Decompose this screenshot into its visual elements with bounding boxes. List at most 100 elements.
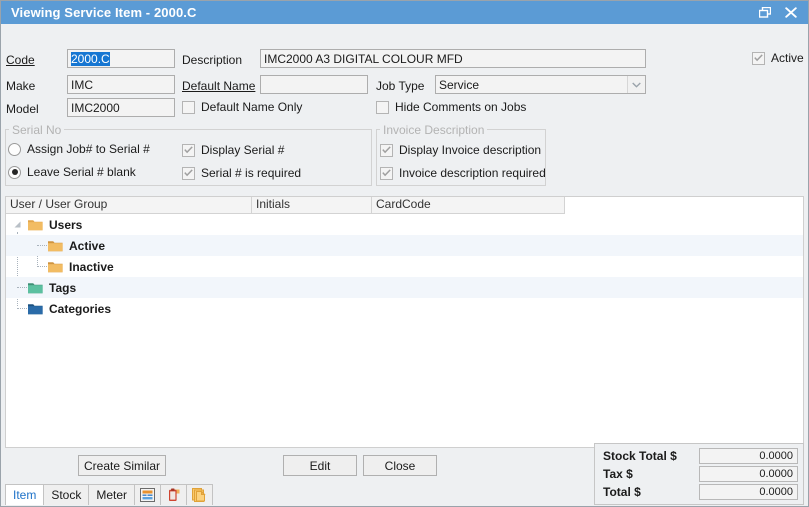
folder-icon [28, 303, 43, 315]
form-area: Code 2000.C Description IMC2000 A3 DIGIT… [1, 24, 808, 216]
tree-label: Tags [49, 280, 77, 295]
tab-meter[interactable]: Meter [88, 484, 136, 505]
invoice-description-caption: Invoice Description [380, 123, 488, 137]
make-input[interactable]: IMC [67, 75, 175, 94]
tab-clipboard[interactable] [160, 484, 188, 505]
tab-report[interactable] [134, 484, 162, 505]
tab-bar: Item Stock Meter [5, 484, 214, 505]
tree-label: Active [69, 238, 106, 253]
make-label: Make [6, 79, 36, 93]
description-label: Description [182, 53, 243, 67]
checkbox-icon [182, 100, 195, 114]
tree-row-users[interactable]: Users [6, 214, 803, 235]
radio-blank-label: Leave Serial # blank [27, 165, 136, 179]
radio-leave-serial-blank[interactable]: Leave Serial # blank [8, 165, 136, 179]
tree-row-active[interactable]: Active [6, 235, 803, 256]
tab-stock[interactable]: Stock [43, 484, 90, 505]
column-header-user-group[interactable]: User / User Group [6, 197, 252, 214]
tree-row-inactive[interactable]: Inactive [6, 256, 803, 277]
display-serial-label: Display Serial # [201, 143, 285, 157]
code-input[interactable]: 2000.C [67, 49, 175, 68]
folder-icon [48, 240, 63, 252]
display-invoice-label: Display Invoice description [399, 143, 542, 157]
description-input[interactable]: IMC2000 A3 DIGITAL COLOUR MFD [260, 49, 646, 68]
tree-rows: Users Active Inactive Tags Categories [6, 214, 803, 319]
radio-assign-job-serial[interactable]: Assign Job# to Serial # [8, 142, 150, 156]
tax-label: Tax $ [603, 467, 633, 481]
radio-icon [8, 142, 21, 156]
stock-total-label: Stock Total $ [603, 449, 677, 463]
job-type-select[interactable]: Service [435, 75, 646, 94]
default-name-label: Default Name [182, 79, 256, 93]
tab-item[interactable]: Item [5, 484, 45, 505]
tree-column-headers: User / User Group Initials CardCode [6, 197, 803, 214]
folder-icon [28, 219, 43, 231]
serial-required-label: Serial # is required [201, 166, 302, 180]
model-label: Model [6, 102, 39, 116]
tab-copy-documents[interactable] [186, 484, 214, 505]
close-icon[interactable] [778, 1, 804, 24]
checkmark-icon [182, 166, 195, 180]
tax-value[interactable]: 0.0000 [699, 466, 798, 482]
default-name-only-label: Default Name Only [201, 100, 303, 114]
create-similar-button[interactable]: Create Similar [78, 455, 166, 476]
report-icon [140, 488, 156, 502]
totals-panel: Stock Total $ 0.0000 Tax $ 0.0000 Total … [594, 443, 804, 505]
close-button[interactable]: Close [363, 455, 437, 476]
bottom-bar: Create Similar Edit Close Item Stock Met… [1, 443, 808, 506]
active-label: Active [771, 51, 804, 65]
folder-icon [28, 282, 43, 294]
total-label: Total $ [603, 485, 641, 499]
tree-line-connector [37, 245, 47, 246]
tree-line-connector [17, 287, 27, 288]
radio-selected-icon [8, 165, 21, 179]
serial-required-checkbox[interactable]: Serial # is required [182, 166, 301, 180]
totals-row-stock: Stock Total $ 0.0000 [603, 448, 798, 464]
active-checkbox[interactable]: Active [752, 51, 804, 65]
expander-collapse-icon[interactable] [13, 220, 22, 229]
tree-label: Users [49, 217, 83, 232]
tree-row-categories[interactable]: Categories [6, 298, 803, 319]
edit-button[interactable]: Edit [283, 455, 357, 476]
window-controls [752, 1, 804, 24]
hide-comments-label: Hide Comments on Jobs [395, 100, 527, 114]
invoice-required-checkbox[interactable]: Invoice description required [380, 166, 546, 180]
display-invoice-checkbox[interactable]: Display Invoice description [380, 143, 541, 157]
total-value[interactable]: 0.0000 [699, 484, 798, 500]
title-bar: Viewing Service Item - 2000.C [1, 1, 808, 24]
checkmark-icon [380, 166, 393, 180]
default-name-only-checkbox[interactable]: Default Name Only [182, 100, 302, 114]
clipboard-icon [166, 488, 181, 502]
totals-row-total: Total $ 0.0000 [603, 484, 798, 500]
model-input[interactable]: IMC2000 [67, 98, 175, 117]
default-name-input[interactable] [260, 75, 368, 94]
tree-label: Categories [49, 301, 112, 316]
stock-total-value[interactable]: 0.0000 [699, 448, 798, 464]
radio-assign-label: Assign Job# to Serial # [27, 142, 150, 156]
restore-icon[interactable] [752, 1, 778, 24]
totals-row-tax: Tax $ 0.0000 [603, 466, 798, 482]
code-label: Code [6, 53, 35, 67]
column-header-filler [565, 197, 803, 214]
tree-row-tags[interactable]: Tags [6, 277, 803, 298]
job-type-value: Service [439, 77, 480, 92]
checkmark-icon [752, 51, 765, 65]
service-item-window: Viewing Service Item - 2000.C Code 2000.… [0, 0, 809, 507]
checkmark-icon [182, 143, 195, 157]
chevron-down-icon[interactable] [627, 76, 645, 93]
tree-label: Inactive [69, 259, 114, 274]
window-title: Viewing Service Item - 2000.C [11, 5, 197, 20]
user-group-tree-panel: User / User Group Initials CardCode User… [5, 196, 804, 448]
serial-no-caption: Serial No [9, 123, 65, 137]
display-serial-checkbox[interactable]: Display Serial # [182, 143, 284, 157]
copy-documents-icon [192, 488, 207, 502]
column-header-cardcode[interactable]: CardCode [372, 197, 565, 214]
invoice-required-label: Invoice description required [399, 166, 546, 180]
hide-comments-checkbox[interactable]: Hide Comments on Jobs [376, 100, 526, 114]
checkbox-icon [376, 100, 389, 114]
column-header-initials[interactable]: Initials [252, 197, 372, 214]
folder-icon [48, 261, 63, 273]
code-value: 2000.C [71, 52, 110, 66]
tree-line-connector [17, 308, 27, 309]
job-type-label: Job Type [376, 79, 425, 93]
